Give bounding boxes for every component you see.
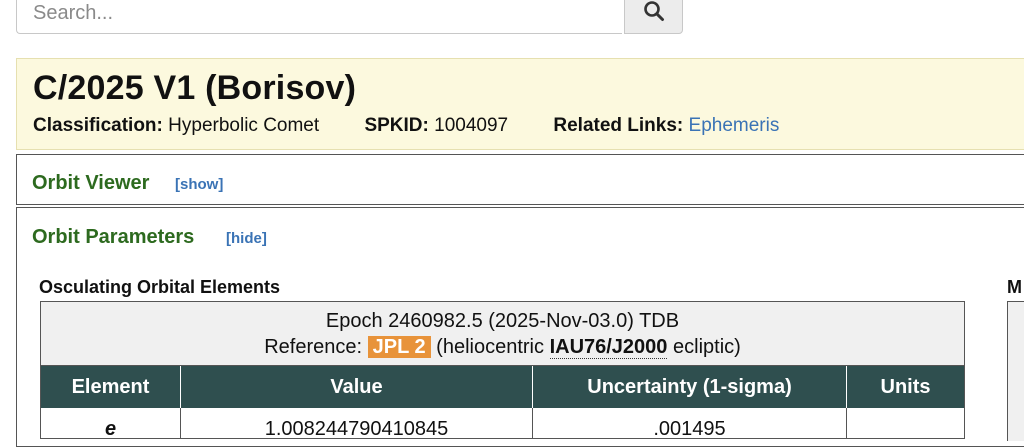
reference-frame[interactable]: IAU76/J2000 — [549, 336, 668, 359]
column-header-uncertainty: Uncertainty (1-sigma) — [533, 366, 847, 408]
table-row: e 1.008244790410845 .001495 — [41, 408, 964, 440]
uncertainty-cell: .001495 — [533, 408, 847, 440]
spkid: SPKID: 1004097 — [364, 115, 508, 137]
element-cell: e — [41, 408, 181, 440]
object-meta: Classification: Hyperbolic Comet SPKID: … — [33, 115, 779, 137]
reference-pre: (heliocentric — [436, 336, 544, 358]
spkid-value: 1004097 — [434, 115, 509, 136]
classification: Classification: Hyperbolic Comet — [33, 115, 319, 137]
column-header-value: Value — [181, 366, 533, 408]
search-button[interactable] — [624, 0, 683, 34]
orbit-parameters-section: Orbit Parameters [hide] Osculating Orbit… — [16, 207, 1024, 447]
classification-label: Classification: — [33, 115, 163, 136]
spkid-label: SPKID: — [364, 115, 429, 136]
object-header: C/2025 V1 (Borisov) Classification: Hype… — [16, 58, 1024, 150]
search-icon — [643, 0, 665, 27]
column-header-element: Element — [41, 366, 181, 408]
table-header-row: Element Value Uncertainty (1-sigma) Unit… — [41, 366, 964, 408]
orbital-elements-table: Epoch 2460982.5 (2025-Nov-03.0) TDB Refe… — [40, 301, 965, 440]
column-header-units: Units — [847, 366, 964, 408]
epoch-reference-box: Epoch 2460982.5 (2025-Nov-03.0) TDB Refe… — [41, 302, 964, 366]
right-column-heading: M — [1007, 277, 1022, 297]
reference-line: Reference: JPL 2 (heliocentric IAU76/J20… — [41, 334, 964, 360]
orbit-parameters-title: Orbit Parameters — [32, 226, 195, 248]
related-links-label: Related Links: — [553, 115, 684, 136]
orbit-viewer-show-toggle[interactable]: [show] — [175, 176, 223, 193]
reference-badge[interactable]: JPL 2 — [367, 336, 431, 358]
classification-value: Hyperbolic Comet — [168, 115, 320, 136]
ephemeris-link[interactable]: Ephemeris — [689, 115, 780, 136]
value-cell: 1.008244790410845 — [181, 408, 533, 440]
page-title: C/2025 V1 (Borisov) — [33, 69, 357, 107]
orbit-parameters-hide-toggle[interactable]: [hide] — [226, 230, 267, 247]
orbit-viewer-section: Orbit Viewer [show] — [16, 154, 1024, 205]
units-cell — [847, 408, 964, 438]
epoch-line: Epoch 2460982.5 (2025-Nov-03.0) TDB — [325, 310, 680, 332]
related-links: Related Links: Ephemeris — [553, 115, 779, 137]
osculating-elements-heading: Osculating Orbital Elements — [39, 277, 281, 297]
reference-post: ecliptic) — [673, 336, 741, 358]
orbit-viewer-title: Orbit Viewer — [32, 172, 150, 194]
right-table-stub: - — [1007, 301, 1024, 441]
reference-label: Reference: — [264, 336, 363, 358]
search-input[interactable] — [16, 0, 622, 34]
